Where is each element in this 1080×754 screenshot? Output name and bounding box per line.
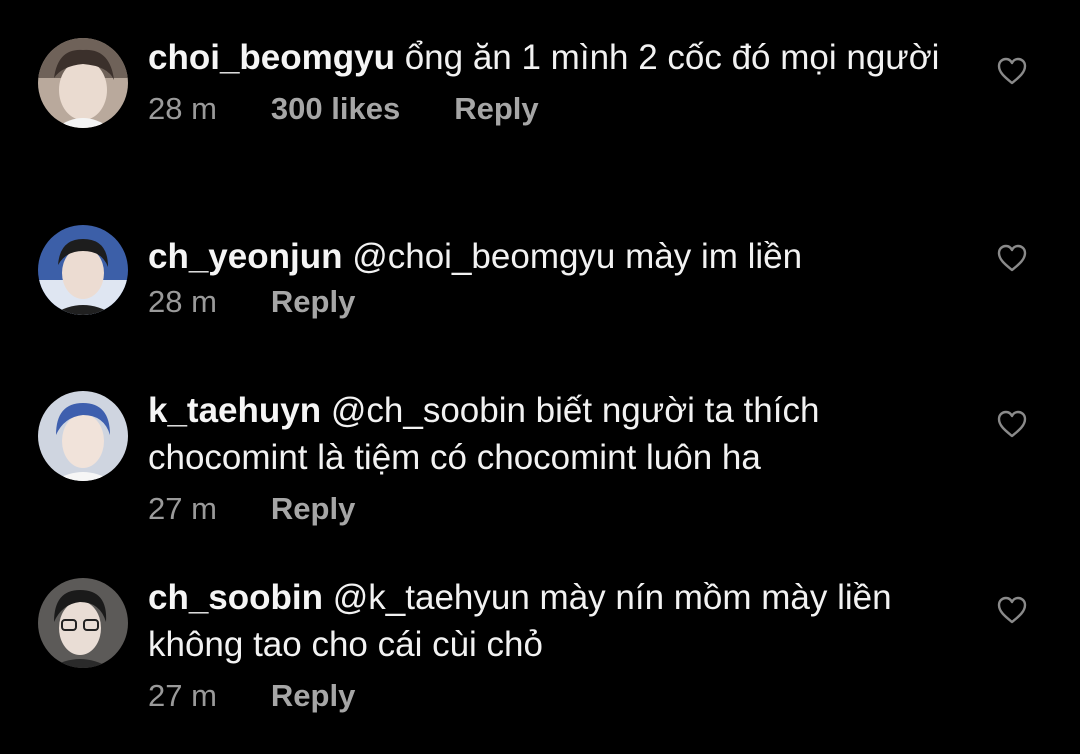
heart-outline-icon[interactable] xyxy=(996,243,1028,273)
reply-button[interactable]: Reply xyxy=(271,282,355,322)
comment-text: ổng ăn 1 mình 2 cốc đó mọi người xyxy=(404,38,940,77)
avatar[interactable] xyxy=(38,391,128,481)
comment-timestamp: 28 m xyxy=(148,91,217,126)
heart-outline-icon[interactable] xyxy=(996,56,1028,86)
comment-timestamp: 28 m xyxy=(148,284,217,319)
comment-username[interactable]: ch_soobin xyxy=(148,578,323,617)
comment-text: @choi_beomgyu mày im liền xyxy=(352,237,803,276)
comment-timestamp: 27 m xyxy=(148,678,217,713)
avatar[interactable] xyxy=(38,225,128,315)
avatar[interactable] xyxy=(38,38,128,128)
comment-username[interactable]: ch_yeonjun xyxy=(148,237,342,276)
heart-outline-icon[interactable] xyxy=(996,595,1028,625)
reply-button[interactable]: Reply xyxy=(271,676,355,716)
comment-likes-count[interactable]: 300 likes xyxy=(271,89,400,129)
comment-timestamp: 27 m xyxy=(148,491,217,526)
comment-username[interactable]: choi_beomgyu xyxy=(148,38,395,77)
heart-outline-icon[interactable] xyxy=(996,409,1028,439)
reply-button[interactable]: Reply xyxy=(454,89,538,129)
avatar[interactable] xyxy=(38,578,128,668)
reply-button[interactable]: Reply xyxy=(271,489,355,529)
comment-username[interactable]: k_taehuyn xyxy=(148,391,321,430)
